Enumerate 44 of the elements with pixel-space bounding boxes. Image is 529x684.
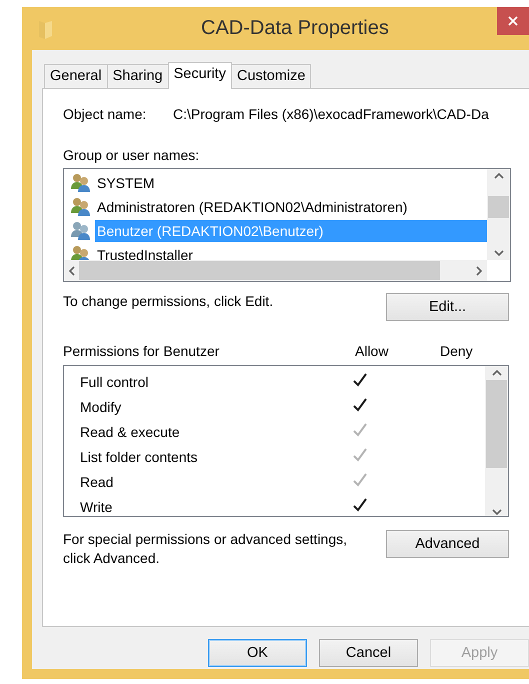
scroll-up-icon[interactable] bbox=[494, 172, 504, 179]
window-title: CAD-Data Properties bbox=[201, 17, 389, 40]
field-label: Object name: bbox=[63, 106, 148, 122]
scrollbar-thumb[interactable] bbox=[486, 380, 507, 468]
vertical-scrollbar[interactable] bbox=[485, 366, 508, 516]
user-list-item[interactable]: SYSTEM bbox=[95, 172, 487, 194]
advanced-button[interactable]: Advanced bbox=[386, 530, 509, 558]
dialog-button[interactable]: Cancel bbox=[319, 639, 418, 667]
tab[interactable]: Customize bbox=[230, 64, 312, 88]
hint-text: For special permissions or advanced settings, click Advanced. bbox=[63, 530, 348, 568]
scrollbar-thumb[interactable] bbox=[488, 196, 509, 218]
permission-name: Modify bbox=[80, 398, 122, 414]
users-icon bbox=[70, 173, 92, 193]
scroll-left-icon[interactable] bbox=[68, 266, 75, 276]
scroll-down-icon[interactable] bbox=[492, 509, 502, 516]
users-icon bbox=[70, 245, 92, 260]
hint-text: To change permissions, click Edit. bbox=[63, 293, 274, 309]
edit-button[interactable]: Edit... bbox=[386, 293, 509, 321]
scroll-down-icon[interactable] bbox=[494, 250, 504, 257]
scroll-up-icon[interactable] bbox=[492, 369, 502, 376]
tab[interactable]: Security bbox=[168, 62, 232, 89]
close-button[interactable] bbox=[497, 7, 529, 35]
user-list-item[interactable]: Administratoren (REDAKTION02\Administratoren) bbox=[95, 196, 487, 218]
column-header: Deny bbox=[440, 343, 473, 359]
permission-name: List folder contents bbox=[80, 448, 199, 464]
permission-name: Write bbox=[80, 498, 114, 514]
permission-name: Read bbox=[80, 474, 114, 490]
column-header: Allow bbox=[355, 343, 390, 359]
scroll-right-icon[interactable] bbox=[476, 266, 483, 276]
folder-icon bbox=[38, 18, 54, 38]
section-label: Permissions for Benutzer bbox=[63, 343, 220, 359]
scrollbar-thumb[interactable] bbox=[79, 261, 440, 280]
vertical-scrollbar[interactable] bbox=[487, 169, 510, 260]
users-icon bbox=[70, 197, 92, 217]
horizontal-scrollbar[interactable] bbox=[64, 260, 487, 281]
close-icon bbox=[508, 16, 518, 26]
tab[interactable]: General bbox=[44, 64, 108, 88]
object-name-value: C:\Program Files (x86)\exocadFramework\CAD-Da bbox=[173, 106, 489, 122]
users-icon bbox=[70, 221, 92, 241]
dialog-button[interactable]: OK bbox=[208, 639, 307, 667]
permission-name: Read & execute bbox=[80, 424, 181, 440]
section-label: Group or user names: bbox=[63, 147, 200, 163]
user-list-item[interactable]: TrustedInstaller bbox=[95, 244, 487, 260]
permission-name: Full control bbox=[80, 374, 150, 390]
